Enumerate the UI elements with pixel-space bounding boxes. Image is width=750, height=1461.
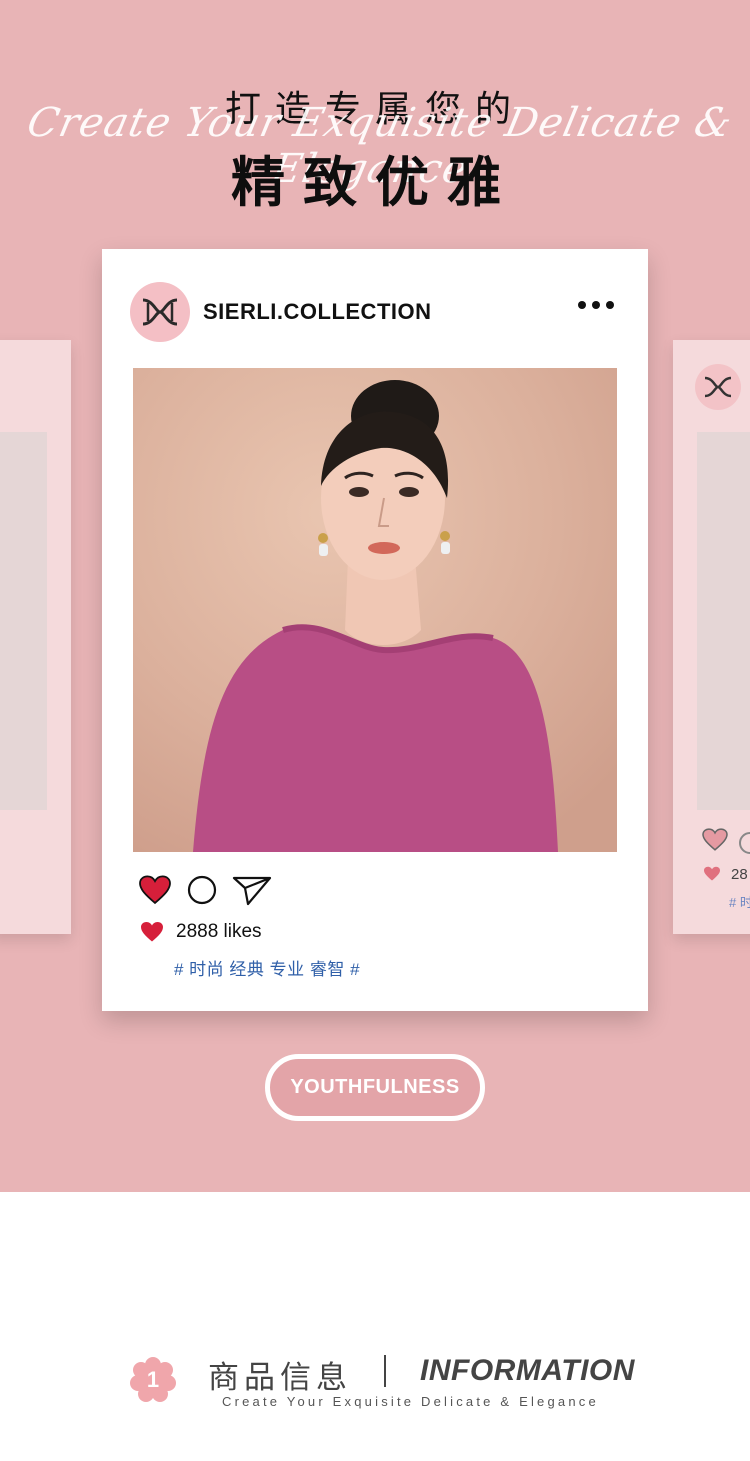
youthfulness-button[interactable]: YOUTHFULNESS [265,1054,485,1121]
post-photo[interactable] [133,368,617,852]
side-card-left [0,340,71,934]
info-title-en: INFORMATION [420,1354,635,1387]
hero-title-line2: 精致优雅 [231,151,519,214]
more-dots-icon[interactable] [578,301,614,309]
info-title-cn: 商品信息 [208,1360,352,1396]
side-card-heart-icon [702,828,728,851]
side-card-tags: # 时 [729,895,750,910]
side-card-logo-icon [695,364,741,410]
heart-icon[interactable] [138,875,172,905]
info-section: 1 商品信息 INFORMATION Create Your Exquisite… [0,1192,750,1461]
info-subtitle: Create Your Exquisite Delicate & Eleganc… [222,1394,599,1409]
badge-number: 1 [146,1367,160,1392]
comment-icon[interactable] [186,874,218,906]
hashtags[interactable]: # 时尚 经典 专业 睿智 # [174,955,360,980]
flower-badge-icon: 1 [129,1356,177,1404]
post-card: SIERLI.COLLECTION 2888 likes # 时尚 经典 专业 … [102,249,648,1011]
side-card-right: 28 # 时 [673,340,750,934]
side-card-likes: 28 [731,866,748,883]
hero-section: 打造专属您的 Create Your Exquisite Delicate & … [0,0,750,1192]
side-card-like-heart-icon [704,866,720,881]
likes-row: 2888 likes [140,921,262,943]
account-name[interactable]: SIERLI.COLLECTION [203,299,432,325]
post-actions [138,874,272,906]
side-card-comment-icon [739,832,750,854]
model-illustration [133,368,617,852]
side-card-left-photo [0,432,47,810]
likes-heart-icon [141,922,163,942]
likes-count[interactable]: 2888 likes [176,921,262,943]
side-card-right-photo [697,432,750,810]
sierli-logo-icon[interactable] [130,282,190,342]
info-divider [384,1355,386,1387]
share-icon[interactable] [232,874,272,906]
